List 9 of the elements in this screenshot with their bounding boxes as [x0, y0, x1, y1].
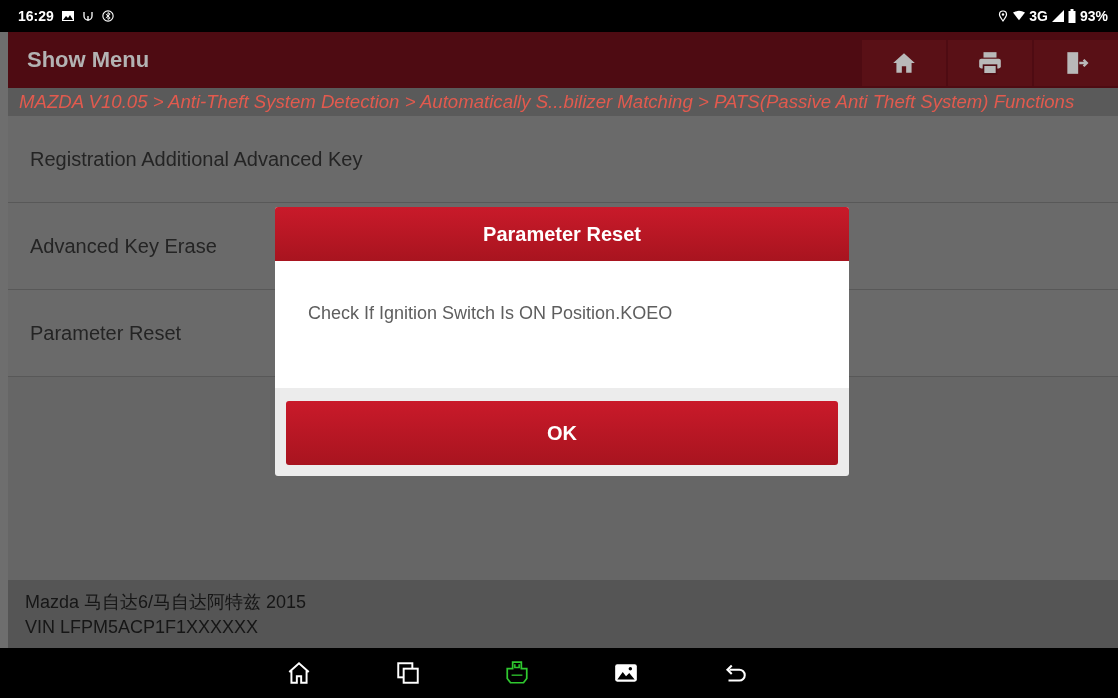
- vin-number: VIN LFPM5ACP1F1XXXXXX: [25, 616, 260, 639]
- vehicle-model: Mazda 马自达6/马自达阿特兹 2015: [25, 591, 308, 614]
- dialog-message: Check If Ignition Switch Is ON Position.KOEO: [308, 303, 673, 323]
- network-type: 3G: [1029, 8, 1048, 24]
- clock: 16:29: [18, 8, 54, 24]
- breadcrumb-path: MAZDA V10.05 > Anti-Theft System Detection > Automatically S...bilizer Matching > PATS(Passive Anti Theft System) Functions: [18, 91, 1075, 113]
- dialog-title: Parameter Reset: [275, 207, 849, 261]
- screen-title: Show Menu: [27, 47, 150, 73]
- battery-level: 93%: [1079, 8, 1108, 24]
